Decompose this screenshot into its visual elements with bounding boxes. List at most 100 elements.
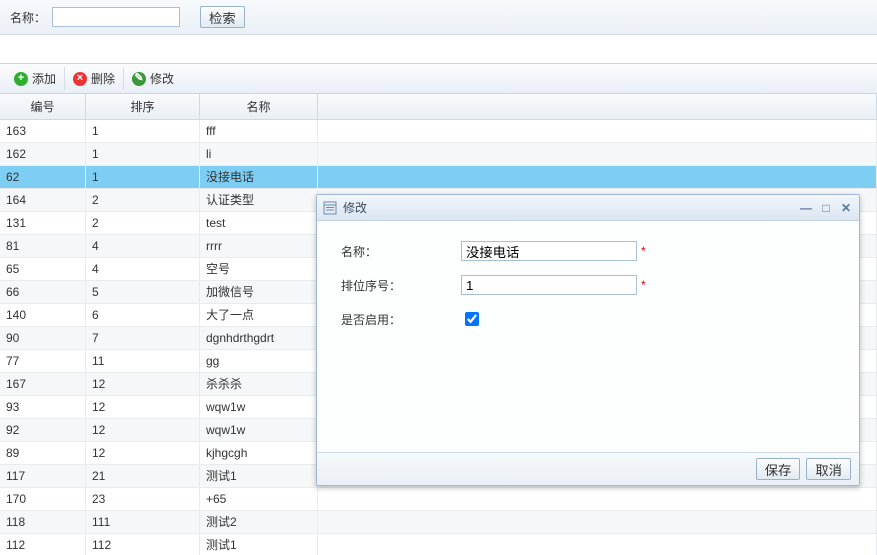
- cancel-button[interactable]: 取消: [806, 458, 851, 480]
- close-icon[interactable]: ✕: [839, 201, 853, 215]
- cell-sort: 111: [86, 511, 200, 533]
- cell-sort: 7: [86, 327, 200, 349]
- table-row[interactable]: 1631fff: [0, 120, 877, 143]
- enable-label: 是否启用：: [341, 311, 461, 328]
- required-mark: *: [641, 278, 646, 292]
- cell-sort: 12: [86, 419, 200, 441]
- table-row[interactable]: 17023+65: [0, 488, 877, 511]
- cell-sort: 4: [86, 258, 200, 280]
- add-button[interactable]: + 添加: [6, 67, 65, 90]
- cell-id: 90: [0, 327, 86, 349]
- cell-id: 118: [0, 511, 86, 533]
- cell-sort: 2: [86, 189, 200, 211]
- cell-name: fff: [200, 120, 318, 142]
- cell-sort: 6: [86, 304, 200, 326]
- cell-name: li: [200, 143, 318, 165]
- toolbar: + 添加 × 删除 ✎ 修改: [0, 63, 877, 94]
- cell-rest: [318, 534, 877, 555]
- cell-sort: 1: [86, 166, 200, 188]
- minimize-icon[interactable]: —: [799, 201, 813, 215]
- cell-sort: 12: [86, 442, 200, 464]
- x-icon: ×: [73, 72, 87, 86]
- form-row-name: 名称： *: [341, 241, 835, 261]
- cell-sort: 5: [86, 281, 200, 303]
- cell-id: 170: [0, 488, 86, 510]
- cell-rest: [318, 120, 877, 142]
- cell-id: 66: [0, 281, 86, 303]
- cell-sort: 4: [86, 235, 200, 257]
- cell-id: 93: [0, 396, 86, 418]
- col-header-id[interactable]: 编号: [0, 94, 86, 119]
- table-row[interactable]: 1621li: [0, 143, 877, 166]
- cell-sort: 12: [86, 373, 200, 395]
- cell-name: 测试1: [200, 465, 318, 487]
- cell-rest: [318, 511, 877, 533]
- cell-sort: 1: [86, 120, 200, 142]
- form-row-enable: 是否启用：: [341, 309, 835, 329]
- cell-name: gg: [200, 350, 318, 372]
- cell-sort: 112: [86, 534, 200, 555]
- page-root: 名称： 检索 + 添加 × 删除 ✎ 修改 编号 排序 名称 1631fff16…: [0, 0, 877, 555]
- cell-name: wqw1w: [200, 396, 318, 418]
- maximize-icon[interactable]: □: [819, 201, 833, 215]
- cell-rest: [318, 488, 877, 510]
- save-button-label: 保存: [765, 460, 792, 479]
- required-mark: *: [641, 244, 646, 258]
- grid-header: 编号 排序 名称: [0, 94, 877, 120]
- cell-sort: 1: [86, 143, 200, 165]
- add-button-label: 添加: [32, 70, 56, 87]
- cell-id: 163: [0, 120, 86, 142]
- form-row-sort: 排位序号： *: [341, 275, 835, 295]
- cell-rest: [318, 166, 877, 188]
- cell-rest: [318, 143, 877, 165]
- edit-button[interactable]: ✎ 修改: [124, 67, 182, 90]
- cell-id: 77: [0, 350, 86, 372]
- name-label: 名称：: [341, 243, 461, 260]
- cell-sort: 2: [86, 212, 200, 234]
- cell-id: 117: [0, 465, 86, 487]
- plus-icon: +: [14, 72, 28, 86]
- cell-id: 92: [0, 419, 86, 441]
- cell-name: 空号: [200, 258, 318, 280]
- cell-id: 140: [0, 304, 86, 326]
- delete-button[interactable]: × 删除: [65, 67, 124, 90]
- dialog-titlebar[interactable]: 修改 — □ ✕: [317, 195, 859, 221]
- enable-checkbox[interactable]: [465, 312, 479, 326]
- cell-name: 大了一点: [200, 304, 318, 326]
- edit-button-label: 修改: [150, 70, 174, 87]
- cell-name: 认证类型: [200, 189, 318, 211]
- cell-name: test: [200, 212, 318, 234]
- cell-sort: 11: [86, 350, 200, 372]
- save-button[interactable]: 保存: [756, 458, 801, 480]
- sort-label: 排位序号：: [341, 277, 461, 294]
- search-input[interactable]: [52, 7, 180, 27]
- search-button[interactable]: 检索: [200, 6, 245, 28]
- search-label: 名称：: [10, 9, 46, 26]
- name-input[interactable]: [461, 241, 637, 261]
- dialog-body: 名称： * 排位序号： * 是否启用：: [317, 221, 859, 452]
- table-row[interactable]: 112112测试1: [0, 534, 877, 555]
- cell-id: 81: [0, 235, 86, 257]
- cell-sort: 21: [86, 465, 200, 487]
- search-button-label: 检索: [209, 8, 236, 27]
- cell-id: 167: [0, 373, 86, 395]
- cell-name: 加微信号: [200, 281, 318, 303]
- cell-name: 没接电话: [200, 166, 318, 188]
- cell-id: 162: [0, 143, 86, 165]
- col-header-rest: [318, 94, 877, 119]
- col-header-sort[interactable]: 排序: [86, 94, 200, 119]
- table-row[interactable]: 621没接电话: [0, 166, 877, 189]
- table-row[interactable]: 118111测试2: [0, 511, 877, 534]
- cell-id: 89: [0, 442, 86, 464]
- cell-name: +65: [200, 488, 318, 510]
- dialog-footer: 保存 取消: [317, 452, 859, 485]
- cell-name: kjhgcgh: [200, 442, 318, 464]
- delete-button-label: 删除: [91, 70, 115, 87]
- dialog-title: 修改: [343, 199, 367, 216]
- cell-name: rrrr: [200, 235, 318, 257]
- cell-name: dgnhdrthgdrt: [200, 327, 318, 349]
- cell-sort: 12: [86, 396, 200, 418]
- col-header-name[interactable]: 名称: [200, 94, 318, 119]
- sort-input[interactable]: [461, 275, 637, 295]
- cell-name: 杀杀杀: [200, 373, 318, 395]
